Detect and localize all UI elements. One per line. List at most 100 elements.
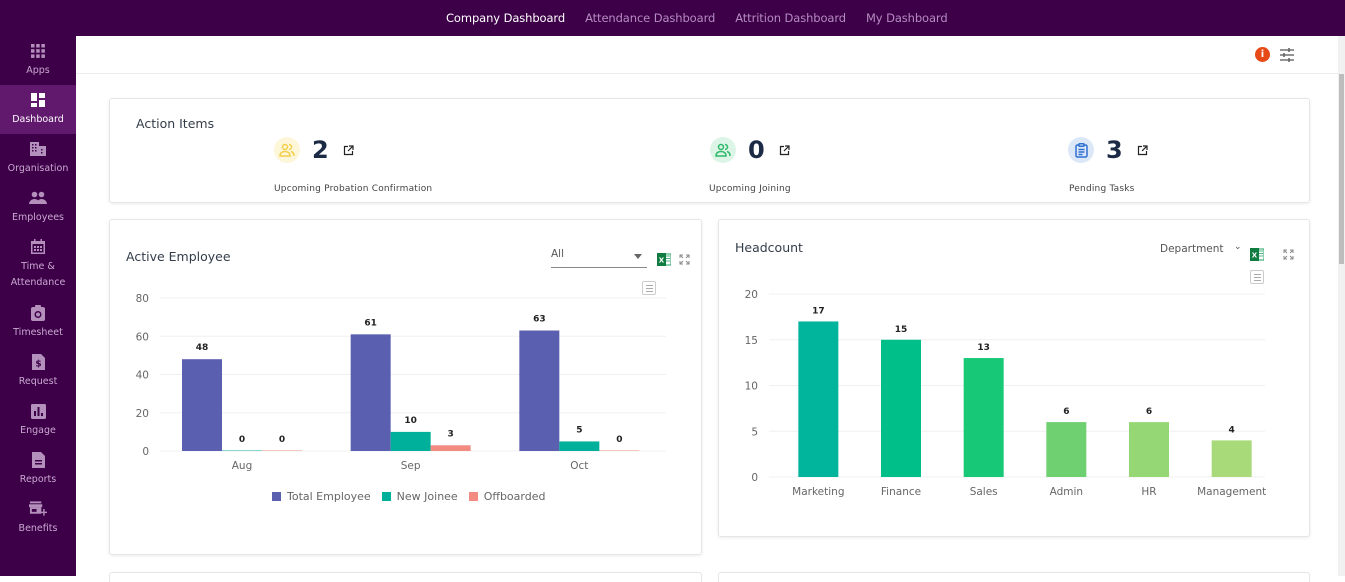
y-tick-label: 60 (136, 331, 149, 343)
data-label: 63 (533, 315, 546, 325)
users-icon (274, 137, 300, 163)
bar-hr (1129, 422, 1169, 477)
bar-new-joinee (559, 441, 600, 451)
legend-offboarded[interactable]: Offboarded (468, 490, 546, 503)
chevron-down-icon: ⌄ (1234, 242, 1242, 252)
bar-total-employee (182, 359, 222, 451)
expand-icon[interactable] (1283, 245, 1294, 260)
y-tick-label: 20 (745, 289, 758, 301)
svg-text:X: X (659, 257, 665, 265)
sidebar-item-label: Engage (20, 425, 56, 436)
y-tick-label: 20 (136, 408, 149, 420)
sidebar-item-timesheet[interactable]: Timesheet (0, 298, 76, 347)
legend-label: Offboarded (483, 490, 546, 503)
data-label: 0 (279, 435, 285, 445)
tab-attrition-dashboard[interactable]: Attrition Dashboard (735, 11, 846, 25)
y-tick-label: 40 (136, 370, 149, 382)
vertical-scrollbar[interactable] (1338, 36, 1345, 576)
x-tick-label: Admin (1050, 486, 1083, 498)
tab-my-dashboard[interactable]: My Dashboard (866, 11, 948, 25)
sidebar-item-reports[interactable]: Reports (0, 445, 76, 494)
svg-text:$: $ (35, 360, 41, 370)
bar-chart-icon (29, 402, 47, 420)
x-tick-label: Sep (401, 460, 421, 472)
tab-company-dashboard[interactable]: Company Dashboard (446, 11, 565, 25)
people-icon (29, 189, 47, 207)
x-tick-label: HR (1141, 486, 1156, 498)
external-link-icon[interactable] (343, 141, 354, 156)
apps-grid-icon (29, 42, 47, 60)
bar-sales (963, 358, 1004, 477)
bar-new-joinee (390, 431, 431, 451)
bar-new-joinee (222, 450, 262, 451)
excel-export-icon[interactable]: X (1250, 247, 1265, 261)
svg-text:X: X (1252, 252, 1258, 260)
sidebar-item-label: Benefits (18, 523, 58, 534)
tab-attendance-dashboard[interactable]: Attendance Dashboard (585, 11, 715, 25)
sidebar-item-request[interactable]: $ Request (0, 347, 76, 396)
next-card-edge (718, 572, 1310, 582)
legend-new-joinee[interactable]: New Joinee (381, 490, 458, 503)
top-navigation-bar: Company Dashboard Attendance Dashboard A… (0, 0, 1345, 36)
main-content: i Action Items 2 Upcoming Probation Conf… (76, 36, 1338, 582)
sidebar-item-label: Dashboard (12, 114, 64, 125)
expand-icon[interactable] (679, 250, 690, 265)
active-employee-filter-dropdown[interactable]: All (551, 248, 647, 268)
sidebar-item-employees[interactable]: Employees (0, 183, 76, 232)
sidebar-item-apps[interactable]: Apps (0, 36, 76, 85)
data-label: 17 (812, 306, 825, 316)
sidebar-item-organisation[interactable]: Organisation (0, 134, 76, 183)
filter-settings-icon[interactable] (1278, 46, 1296, 64)
bar-total-employee (519, 330, 560, 451)
chevron-down-icon (634, 254, 642, 259)
external-link-icon[interactable] (1137, 141, 1148, 156)
data-label: 15 (895, 325, 908, 335)
sidebar-item-label: Organisation (7, 163, 69, 174)
probation-label: Upcoming Probation Confirmation (274, 184, 433, 194)
headcount-chart: 0 5 10 15 20 17 Marketing 15 Finance 13 Sales 6 Admi… (745, 289, 1267, 498)
bar-total-employee (350, 334, 391, 451)
sidebar-item-time-attendance[interactable]: Time & Attendance (0, 232, 76, 298)
x-tick-label: Aug (232, 460, 253, 472)
y-tick-label: 80 (136, 293, 149, 305)
legend-total-employee[interactable]: Total Employee (272, 490, 371, 503)
info-icon[interactable]: i (1255, 47, 1270, 62)
data-label: 61 (364, 318, 377, 328)
legend-swatch (272, 492, 281, 501)
joining-label: Upcoming Joining (709, 184, 791, 194)
dashboard-icon (29, 91, 47, 109)
sidebar-item-benefits[interactable]: Benefits (0, 494, 76, 543)
y-tick-label: 5 (751, 426, 758, 438)
sidebar-item-label: Request (18, 376, 58, 387)
sidebar-item-label: Time & Attendance (10, 261, 66, 288)
request-dollar-icon: $ (29, 353, 47, 371)
bar-offboarded (599, 450, 640, 451)
x-tick-label: Marketing (792, 486, 844, 498)
action-items-title: Action Items (136, 116, 215, 131)
legend-label: New Joinee (396, 490, 458, 503)
external-link-icon[interactable] (779, 141, 790, 156)
sidebar-item-label: Apps (26, 65, 50, 76)
data-label: 48 (196, 343, 209, 353)
data-label: 3 (448, 429, 454, 439)
data-label: 6 (1063, 407, 1069, 417)
excel-export-icon[interactable]: X (657, 252, 672, 266)
action-items-card: Action Items 2 Upcoming Probation Confir… (109, 98, 1310, 203)
data-label: 5 (576, 425, 582, 435)
headcount-group-dropdown[interactable]: Department ⌄ (1160, 242, 1244, 259)
x-tick-label: Sales (970, 486, 998, 498)
data-label: 4 (1229, 425, 1235, 435)
legend-label: Total Employee (287, 490, 371, 503)
pending-tasks-count: 3 (1106, 136, 1123, 164)
x-tick-label: Finance (881, 486, 921, 498)
bar-admin (1046, 422, 1087, 477)
scrollbar-thumb[interactable] (1339, 74, 1344, 264)
bar-finance (881, 339, 921, 477)
sidebar-item-dashboard[interactable]: Dashboard (0, 85, 76, 134)
bar-management (1211, 440, 1252, 477)
legend-swatch (468, 492, 478, 501)
calendar-icon (29, 238, 47, 256)
joining-count: 0 (748, 136, 765, 164)
sidebar-item-engage[interactable]: Engage (0, 396, 76, 445)
bar-offboarded (262, 450, 302, 451)
